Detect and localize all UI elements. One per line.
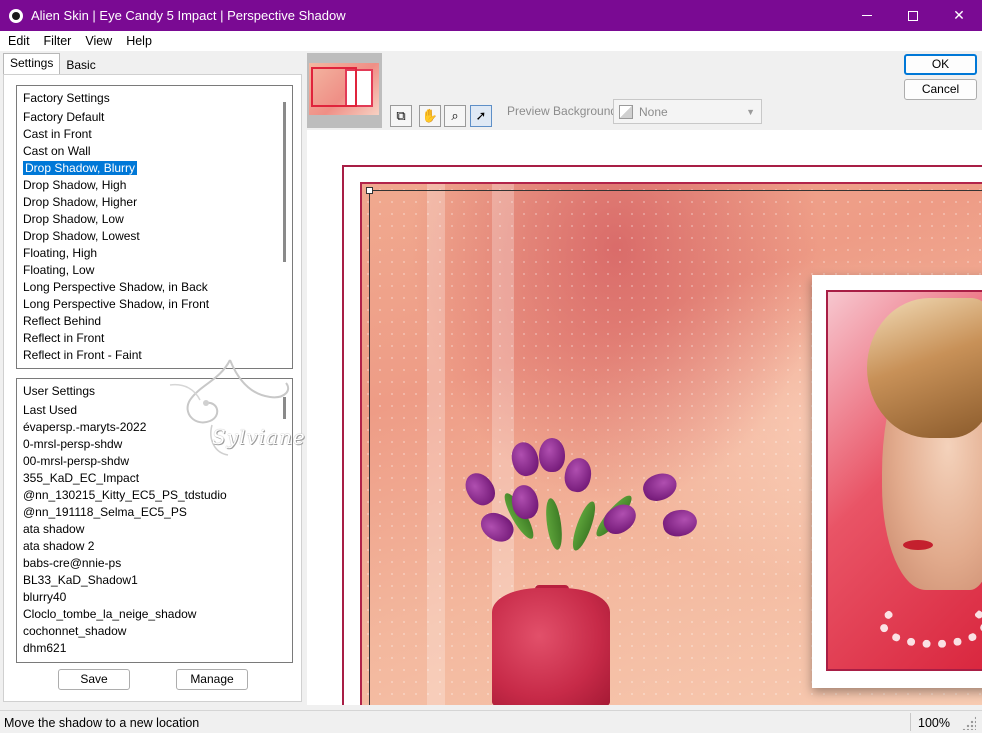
manage-button[interactable]: Manage [176, 669, 248, 690]
title-bar: Alien Skin | Eye Candy 5 Impact | Perspe… [0, 0, 982, 31]
minimize-button[interactable] [844, 0, 890, 31]
ok-button[interactable]: OK [904, 54, 977, 75]
watermark-flourish [169, 359, 290, 456]
list-item[interactable]: Drop Shadow, Higher [17, 194, 292, 211]
list-item[interactable]: Floating, Low [17, 262, 292, 279]
zoom-icon: ⌕ [451, 108, 459, 123]
list-item[interactable]: 355_KaD_EC_Impact [17, 470, 292, 487]
list-item[interactable]: Long Perspective Shadow, in Front [17, 296, 292, 313]
minimize-icon [862, 15, 872, 16]
save-button[interactable]: Save [58, 669, 130, 690]
menu-view[interactable]: View [77, 34, 118, 48]
preview-background-label: Preview Background: [507, 104, 621, 118]
list-item[interactable]: blurry40 [17, 589, 292, 606]
list-item[interactable]: Long Perspective Shadow, in Back [17, 279, 292, 296]
tab-basic[interactable]: Basic [60, 56, 102, 74]
navigator-thumbnail[interactable] [307, 53, 382, 128]
hand-icon: ✋ [421, 108, 439, 123]
checker-swatch-icon [619, 104, 633, 119]
list-item[interactable]: Drop Shadow, Lowest [17, 228, 292, 245]
zoom-tool-button[interactable]: ⌕ [444, 105, 466, 127]
list-item[interactable]: ata shadow 2 [17, 538, 292, 555]
menu-filter[interactable]: Filter [36, 34, 78, 48]
alien-skin-icon [9, 8, 23, 23]
shadow-handle[interactable] [366, 187, 373, 194]
status-bar: Move the shadow to a new location 100% [0, 710, 982, 733]
list-item[interactable]: Reflect Behind [17, 313, 292, 330]
maximize-button[interactable] [890, 0, 936, 31]
factory-settings-title: Factory Settings [23, 91, 110, 105]
pointer-icon: ➚ [475, 108, 487, 123]
list-item[interactable]: Drop Shadow, High [17, 177, 292, 194]
status-text: Move the shadow to a new location [4, 716, 200, 730]
watermark-text: Sylviane [212, 425, 306, 449]
list-item[interactable]: Drop Shadow, Low [17, 211, 292, 228]
factory-settings-list[interactable]: Factory Settings Factory Default Cast in… [16, 85, 293, 369]
thumbnail-image [309, 63, 379, 115]
list-item[interactable]: Reflect in Front [17, 330, 292, 347]
portrait-hair [867, 298, 982, 438]
list-item[interactable]: Factory Default [17, 109, 292, 126]
tulip [539, 438, 565, 472]
menu-help[interactable]: Help [118, 34, 158, 48]
list-item[interactable]: @nn_191118_Selma_EC5_PS [17, 504, 292, 521]
close-icon: ✕ [953, 7, 965, 23]
list-item[interactable]: dhm621 [17, 640, 292, 657]
chevron-down-icon: ▼ [746, 107, 755, 117]
menu-bar: Edit Filter View Help [0, 31, 982, 51]
list-item[interactable]: BL33_KaD_Shadow1 [17, 572, 292, 589]
tab-settings[interactable]: Settings [3, 53, 61, 75]
preview-background-select[interactable]: None ▼ [613, 99, 762, 124]
selected-preset-label: Drop Shadow, Blurry [21, 160, 139, 176]
cancel-button[interactable]: Cancel [904, 79, 977, 100]
zoom-level: 100% [918, 716, 950, 730]
list-item[interactable]: Cloclo_tombe_la_neige_shadow [17, 606, 292, 623]
portrait-lips [903, 540, 933, 550]
hand-tool-button[interactable]: ✋ [419, 105, 441, 127]
close-button[interactable]: ✕ [936, 0, 982, 31]
list-item-selected[interactable]: Drop Shadow, Blurry [17, 160, 292, 177]
list-item[interactable]: Floating, High [17, 245, 292, 262]
factory-list-scrollbar[interactable] [283, 102, 286, 262]
maximize-icon [908, 10, 918, 21]
list-item[interactable]: babs-cre@nnie-ps [17, 555, 292, 572]
preview-canvas[interactable] [307, 130, 982, 705]
status-divider [910, 713, 911, 731]
list-item[interactable]: ata shadow [17, 521, 292, 538]
navigator-tool-button[interactable]: ⧉ [390, 105, 412, 127]
list-item[interactable]: Cast on Wall [17, 143, 292, 160]
navigator-icon: ⧉ [396, 108, 406, 123]
vase [492, 588, 610, 705]
thumbnail-view-rect[interactable] [311, 67, 357, 107]
list-item[interactable]: cochonnet_shadow [17, 623, 292, 640]
menu-edit[interactable]: Edit [0, 34, 36, 48]
preview-background-value: None [639, 104, 668, 119]
portrait-necklace [879, 600, 982, 648]
resize-grip-icon[interactable] [962, 716, 976, 730]
settings-tabs: Settings Basic [3, 53, 102, 75]
window-title: Alien Skin | Eye Candy 5 Impact | Perspe… [31, 8, 346, 23]
pointer-tool-button[interactable]: ➚ [470, 105, 492, 127]
list-item[interactable]: Cast in Front [17, 126, 292, 143]
list-item[interactable]: @nn_130215_Kitty_EC5_PS_tdstudio [17, 487, 292, 504]
